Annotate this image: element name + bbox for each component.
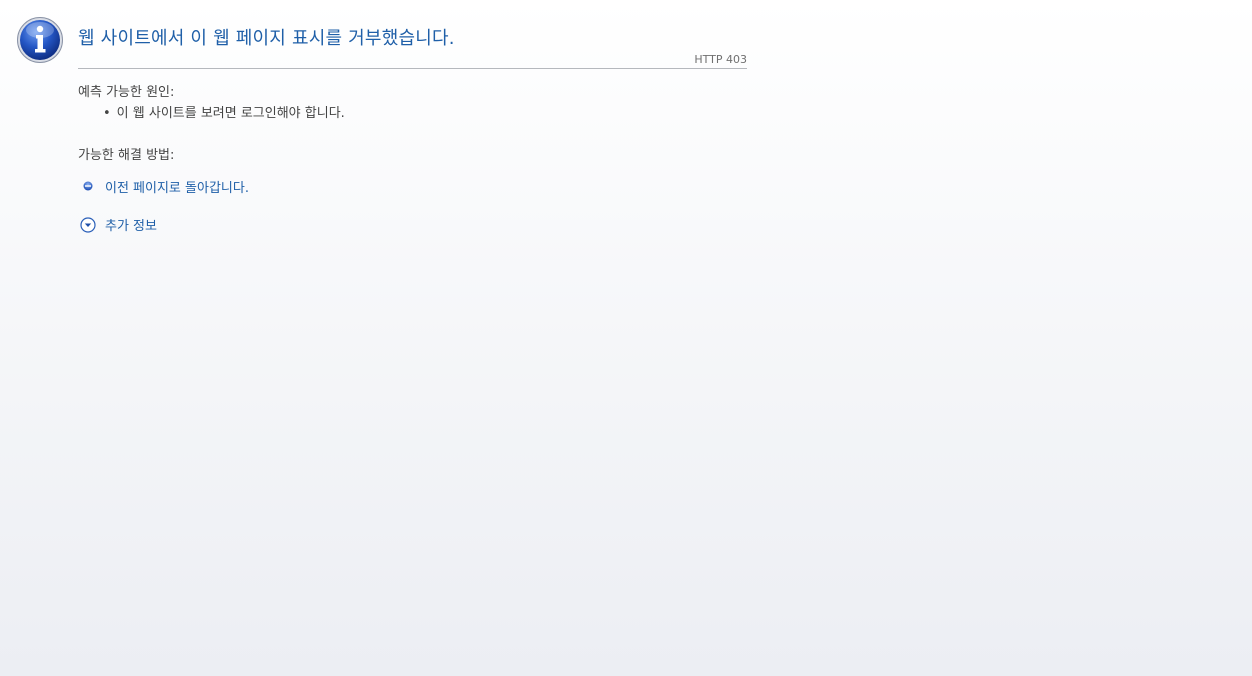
back-bullet-icon (83, 181, 93, 190)
more-info-link[interactable]: 추가 정보 (80, 215, 157, 234)
http-status-code: HTTP 403 (694, 53, 747, 66)
page-title: 웹 사이트에서 이 웹 페이지 표시를 거부했습니다. (78, 28, 455, 49)
expand-chevron-icon (80, 216, 96, 233)
more-info-link-text[interactable]: 추가 정보 (105, 215, 157, 234)
cause-text: 이 웹 사이트를 보려면 로그인해야 합니다. (116, 106, 345, 121)
bullet: • (103, 106, 111, 121)
go-back-link[interactable]: 이전 페이지로 돌아갑니다. (80, 177, 249, 196)
possible-solutions-label: 가능한 해결 방법: (78, 148, 175, 163)
cause-list-item: • 이 웹 사이트를 보려면 로그인해야 합니다. (103, 102, 345, 121)
possible-causes-label: 예측 가능한 원인: (78, 85, 175, 100)
title-divider (78, 68, 747, 69)
info-icon (17, 17, 63, 63)
go-back-link-text[interactable]: 이전 페이지로 돌아갑니다. (105, 177, 249, 196)
